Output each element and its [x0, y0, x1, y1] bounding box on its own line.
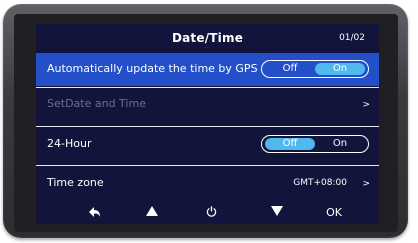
page-title: Date/Time [171, 31, 244, 45]
ok-button[interactable]: OK [322, 206, 346, 220]
auto-update-time-row[interactable]: Automatically update the time by GPS Off… [36, 53, 379, 86]
power-button[interactable] [199, 206, 223, 220]
hour-format-on-option[interactable]: On [315, 138, 365, 150]
set-date-time-label: SetDate and Time [47, 97, 146, 110]
time-zone-row[interactable]: Time zone GMT+08:00 > [36, 167, 379, 200]
hour-format-row[interactable]: 24-Hour Off On [36, 128, 379, 161]
hour-format-toggle[interactable]: Off On [261, 135, 369, 153]
row-divider [36, 165, 379, 166]
settings-screen: Date/Time 01/02 Automatically update the… [36, 24, 379, 224]
chevron-right-icon: > [362, 179, 370, 189]
auto-update-toggle[interactable]: Off On [261, 60, 369, 78]
triangle-down-icon [271, 206, 283, 216]
auto-update-label: Automatically update the time by GPS [47, 62, 258, 75]
bottom-nav-bar: OK [36, 202, 379, 224]
set-date-time-row[interactable]: SetDate and Time > [36, 88, 379, 121]
chevron-right-icon: > [362, 100, 370, 110]
row-divider [36, 126, 379, 127]
time-zone-label: Time zone [47, 176, 104, 189]
back-arrow-icon [89, 207, 100, 217]
title-bar: Date/Time 01/02 [36, 24, 379, 51]
power-icon [206, 206, 216, 217]
auto-update-on-option[interactable]: On [315, 62, 365, 75]
back-button[interactable] [83, 206, 107, 220]
triangle-up-icon [146, 206, 158, 216]
down-button[interactable] [265, 206, 289, 220]
hour-format-off-option[interactable]: Off [265, 137, 315, 150]
auto-update-off-option[interactable]: Off [265, 63, 315, 75]
up-button[interactable] [140, 206, 164, 220]
hour-format-label: 24-Hour [47, 137, 92, 150]
time-zone-value: GMT+08:00 [293, 178, 347, 188]
page-indicator: 01/02 [339, 33, 365, 43]
